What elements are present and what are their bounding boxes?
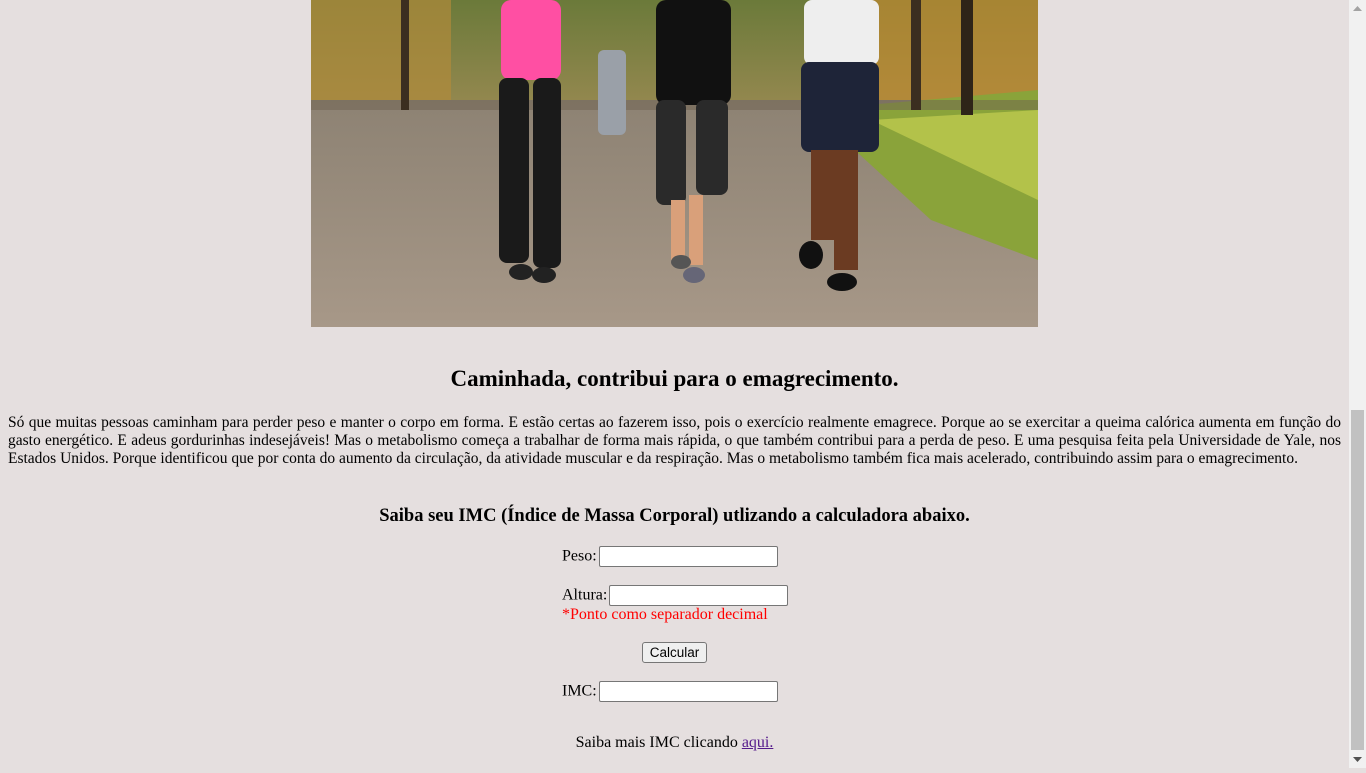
scroll-up-arrow-icon[interactable] [1349, 0, 1366, 17]
height-row: Altura: [562, 585, 789, 606]
hero-image [311, 0, 1038, 327]
result-label: IMC: [562, 682, 597, 700]
article-body: Só que muitas pessoas caminham para perd… [8, 414, 1341, 467]
height-input[interactable] [609, 585, 789, 606]
result-row: IMC: [562, 681, 778, 702]
page: Caminhada, contribui para o emagreciment… [0, 0, 1349, 768]
vertical-scrollbar[interactable] [1349, 0, 1366, 768]
calculate-button[interactable]: Calcular [642, 642, 707, 663]
weight-input[interactable] [598, 546, 778, 567]
learn-more-link[interactable]: aqui. [742, 734, 774, 751]
learn-more: Saiba mais IMC clicando aqui. [0, 734, 1349, 752]
scroll-down-arrow-icon[interactable] [1349, 751, 1366, 768]
scrollbar-thumb[interactable] [1351, 410, 1364, 750]
result-input[interactable] [598, 681, 778, 702]
height-label: Altura: [562, 586, 608, 604]
weight-label: Peso: [562, 547, 597, 565]
walking-people-photo-icon [311, 0, 1038, 327]
learn-more-text: Saiba mais IMC clicando [575, 734, 738, 751]
calculator-heading: Saiba seu IMC (Índice de Massa Corporal)… [379, 506, 970, 526]
weight-row: Peso: [562, 546, 778, 567]
article-title: Caminhada, contribui para o emagreciment… [450, 366, 899, 391]
decimal-note: *Ponto como separador decimal [562, 606, 768, 623]
